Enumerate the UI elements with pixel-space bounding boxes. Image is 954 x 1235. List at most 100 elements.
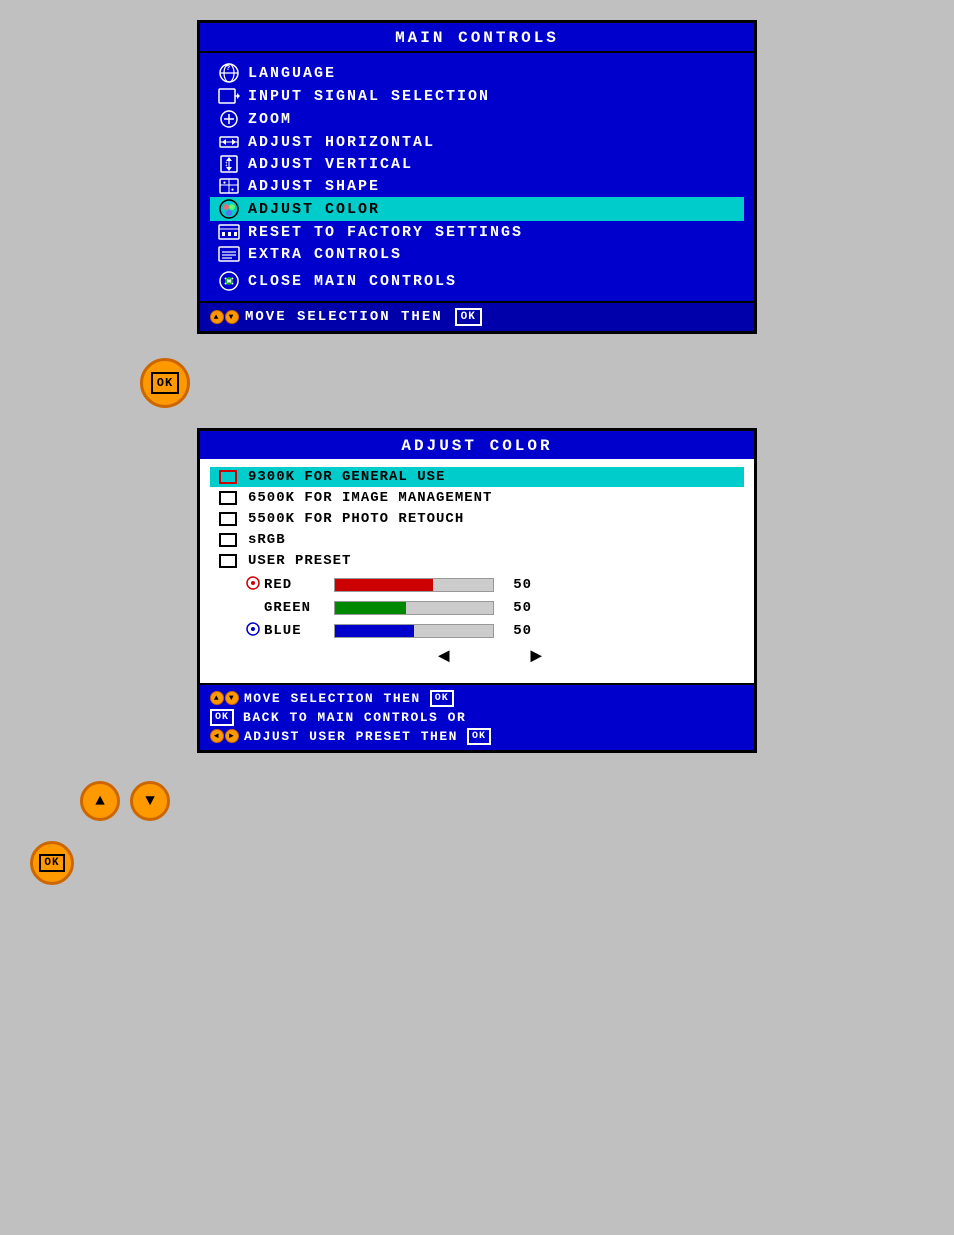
- main-controls-panel: MAIN CONTROLS ? LANGUAGE IN: [197, 20, 757, 334]
- menu-item-input-signal[interactable]: INPUT SIGNAL SELECTION: [210, 85, 744, 107]
- adjust-color-icon: [214, 199, 244, 219]
- footer-text: MOVE SELECTION THEN: [245, 309, 443, 325]
- ok-button-1-label: OK: [151, 372, 179, 394]
- adjust-color-title: ADJUST COLOR: [200, 431, 754, 459]
- down-triangle-icon-2: ▼: [225, 691, 239, 705]
- color-menu-user-preset-label: USER PRESET: [248, 553, 351, 569]
- blue-slider[interactable]: [334, 624, 494, 638]
- blue-label-text: BLUE: [264, 623, 302, 639]
- menu-item-extra-controls-label: EXTRA CONTROLS: [248, 246, 402, 263]
- red-slider-row: RED 50: [246, 576, 734, 594]
- color-menu-item-user-preset[interactable]: USER PRESET: [210, 551, 744, 571]
- menu-item-adjust-color-label: ADJUST COLOR: [248, 201, 380, 218]
- red-slider[interactable]: [334, 578, 494, 592]
- footer-nav-icons: ▲ ▼: [210, 310, 239, 324]
- menu-item-extra-controls[interactable]: EXTRA CONTROLS: [210, 243, 744, 265]
- footer-line-1-text: MOVE SELECTION THEN: [244, 691, 421, 706]
- menu-item-adjust-shape-label: ADJUST SHAPE: [248, 178, 380, 195]
- color-menu-9300k-label: 9300K FOR GENERAL USE: [248, 469, 445, 485]
- footer-line-3-text: ADJUST USER PRESET THEN: [244, 729, 458, 744]
- ok-button-1[interactable]: OK: [140, 358, 190, 408]
- green-label: GREEN: [246, 600, 326, 616]
- red-value: 50: [502, 577, 532, 593]
- green-value: 50: [502, 600, 532, 616]
- sliders-section: RED 50 GREEN 50: [210, 572, 744, 675]
- color-menu-item-srgb[interactable]: sRGB: [210, 530, 744, 550]
- footer-line-1: ▲ ▼ MOVE SELECTION THEN OK: [210, 689, 744, 707]
- adjust-horizontal-icon: [214, 133, 244, 151]
- menu-item-language-label: LANGUAGE: [248, 65, 336, 82]
- red-label-text: RED: [264, 577, 292, 593]
- footer-line-2: OK BACK TO MAIN CONTROLS OR: [210, 708, 744, 726]
- menu-item-input-label: INPUT SIGNAL SELECTION: [248, 88, 490, 105]
- red-circle-icon: [246, 576, 260, 594]
- up-triangle-icon-2: ▲: [210, 691, 224, 705]
- color-menu-item-5500k[interactable]: 5500K FOR PHOTO RETOUCH: [210, 509, 744, 529]
- menu-item-adjust-color[interactable]: ADJUST COLOR: [210, 197, 744, 221]
- blue-slider-row: BLUE 50: [246, 622, 734, 640]
- red-label: RED: [246, 576, 326, 594]
- color-icon-5500k: [214, 512, 242, 526]
- color-icon-srgb: [214, 533, 242, 547]
- footer-ok-icon-3: OK: [467, 727, 491, 745]
- menu-item-zoom[interactable]: ZOOM: [210, 107, 744, 131]
- color-menu-item-6500k[interactable]: 6500K FOR IMAGE MANAGEMENT: [210, 488, 744, 508]
- green-slider[interactable]: [334, 601, 494, 615]
- main-controls-title: MAIN CONTROLS: [200, 23, 754, 53]
- footer-line-2-text: BACK TO MAIN CONTROLS OR: [243, 710, 466, 725]
- left-arrow-icon[interactable]: ◄: [438, 646, 450, 669]
- svg-text:●: ●: [231, 187, 236, 193]
- footer-line-3: ◄ ► ADJUST USER PRESET THEN OK: [210, 727, 744, 745]
- menu-item-zoom-label: ZOOM: [248, 111, 292, 128]
- blue-value: 50: [502, 623, 532, 639]
- footer-nav-icons-3: ◄ ►: [210, 729, 239, 743]
- menu-item-adjust-v-label: ADJUST VERTICAL: [248, 156, 413, 173]
- menu-item-adjust-horizontal[interactable]: ADJUST HORIZONTAL: [210, 131, 744, 153]
- menu-item-reset-factory[interactable]: RESET TO FACTORY SETTINGS: [210, 221, 744, 243]
- language-icon: ?: [214, 63, 244, 83]
- down-button[interactable]: ▼: [130, 781, 170, 821]
- color-icon-9300k: [214, 470, 242, 484]
- up-button[interactable]: ▲: [80, 781, 120, 821]
- reset-factory-icon: [214, 223, 244, 241]
- back-ok-icon: OK: [210, 708, 234, 726]
- color-icon-6500k: [214, 491, 242, 505]
- footer-ok-icon: OK: [455, 308, 482, 326]
- close-icon: [214, 271, 244, 291]
- menu-item-close-label: CLOSE MAIN CONTROLS: [248, 273, 457, 290]
- green-slider-row: GREEN 50: [246, 600, 734, 616]
- footer-nav-icons-2: ▲ ▼: [210, 691, 239, 705]
- color-icon-user-preset: [214, 554, 242, 568]
- down-button-icon: ▼: [145, 792, 155, 810]
- menu-item-adjust-h-label: ADJUST HORIZONTAL: [248, 134, 435, 151]
- menu-item-reset-factory-label: RESET TO FACTORY SETTINGS: [248, 224, 523, 241]
- menu-item-adjust-shape[interactable]: ● ● ADJUST SHAPE: [210, 175, 744, 197]
- footer-ok-icon-2: OK: [430, 689, 454, 707]
- svg-text:●: ●: [223, 180, 228, 186]
- menu-item-adjust-vertical[interactable]: ↕ ADJUST VERTICAL: [210, 153, 744, 175]
- color-menu-srgb-label: sRGB: [248, 532, 286, 548]
- adjust-color-panel: ADJUST COLOR 9300K FOR GENERAL USE 6500K…: [197, 428, 757, 753]
- zoom-icon: [214, 109, 244, 129]
- main-menu-body: ? LANGUAGE INPUT SIGNAL SELECTION: [200, 53, 754, 301]
- color-menu-item-9300k[interactable]: 9300K FOR GENERAL USE: [210, 467, 744, 487]
- adjust-vertical-icon: ↕: [214, 155, 244, 173]
- menu-item-language[interactable]: ? LANGUAGE: [210, 61, 744, 85]
- ok-button-2-label: OK: [39, 854, 64, 872]
- up-triangle-icon: ▲: [210, 310, 224, 324]
- right-arrow-icon[interactable]: ►: [530, 646, 542, 669]
- nav-buttons-row: ▲ ▼: [80, 781, 170, 821]
- svg-text:?: ?: [226, 65, 232, 73]
- color-menu-body: 9300K FOR GENERAL USE 6500K FOR IMAGE MA…: [200, 459, 754, 683]
- extra-controls-icon: [214, 245, 244, 263]
- svg-text:↕: ↕: [224, 160, 231, 169]
- blue-circle-icon: [246, 622, 260, 640]
- slider-nav-arrows: ◄ ►: [246, 646, 734, 669]
- green-label-text: GREEN: [264, 600, 311, 616]
- color-menu-5500k-label: 5500K FOR PHOTO RETOUCH: [248, 511, 464, 527]
- ok-button-2[interactable]: OK: [30, 841, 74, 885]
- left-circle-icon: ◄: [210, 729, 224, 743]
- menu-item-close[interactable]: CLOSE MAIN CONTROLS: [210, 269, 744, 293]
- up-button-icon: ▲: [95, 792, 105, 810]
- blue-label: BLUE: [246, 622, 326, 640]
